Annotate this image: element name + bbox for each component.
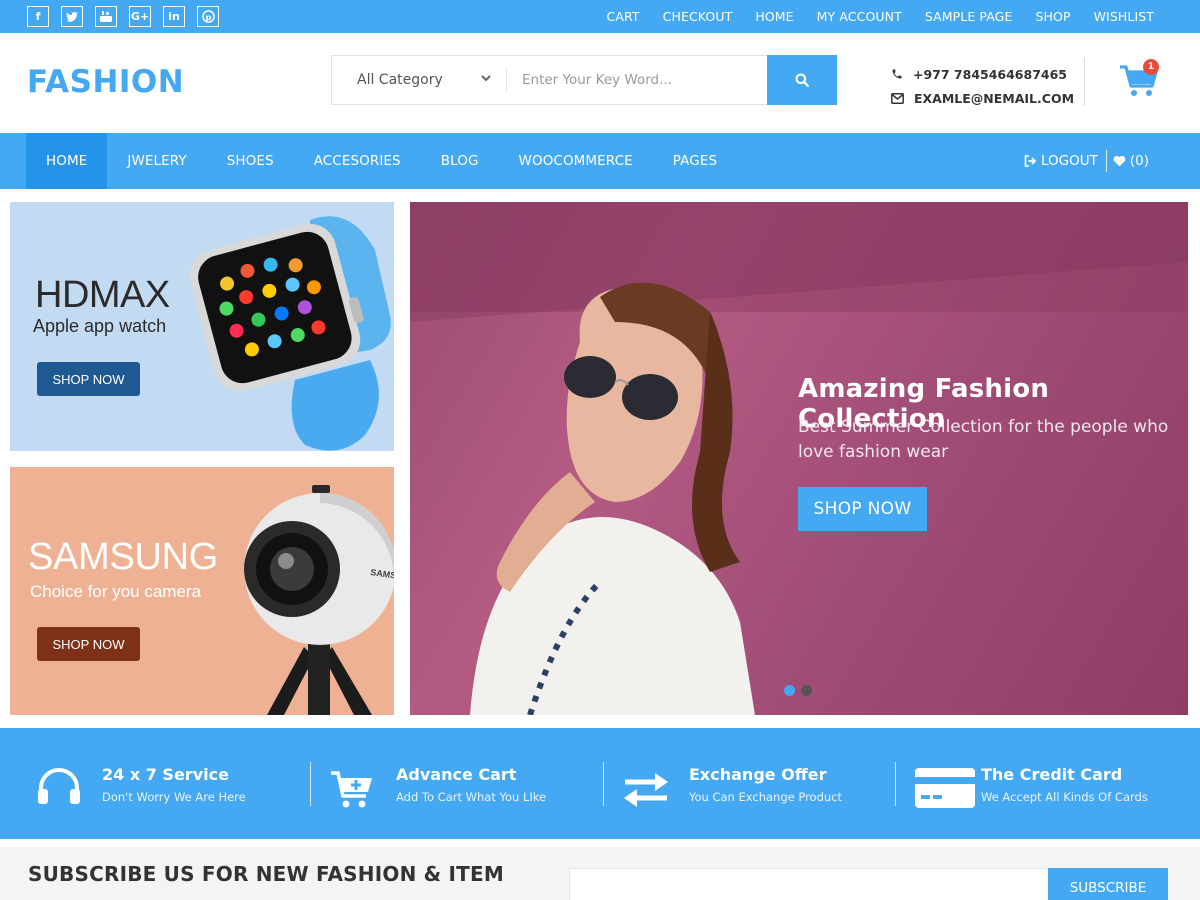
nav-item-blog[interactable]: BLOG (421, 133, 499, 189)
social-links: f G+ in p (27, 6, 219, 27)
search-button[interactable] (767, 55, 837, 105)
site-logo[interactable]: FASHION (27, 64, 184, 100)
search-input[interactable] (507, 56, 767, 104)
contact-info: +977 7845464687465 EXAMLE@NEMAIL.COM (891, 62, 1074, 110)
feature-service-desc: Don't Worry We Are Here (102, 790, 246, 804)
feature-service-title: 24 x 7 Service (102, 765, 229, 784)
category-select[interactable]: All Category (332, 56, 506, 104)
phone-number: +977 7845464687465 (913, 66, 1067, 82)
logout-link[interactable]: LOGOUT (1041, 153, 1098, 169)
exchange-icon (624, 773, 668, 807)
header-divider (1084, 58, 1085, 106)
banner-samsung-subtitle: Choice for you camera (30, 582, 202, 601)
slider-dot-1[interactable] (784, 685, 795, 696)
svg-text:p: p (205, 12, 211, 22)
feature-divider (895, 762, 896, 806)
cart-count-badge: 1 (1143, 59, 1159, 75)
nav-item-shoes[interactable]: SHOES (207, 133, 294, 189)
nav-item-home[interactable]: HOME (26, 133, 108, 189)
hero-slider[interactable]: Amazing Fashion Collection Best Summer C… (410, 202, 1188, 715)
feature-exchange-desc: You Can Exchange Product (689, 790, 843, 804)
top-bar: f G+ in p CART CHECKOUT HOME MY ACCOUNT … (0, 0, 1200, 33)
top-link-checkout[interactable]: CHECKOUT (663, 9, 733, 24)
nav-item-accesories[interactable]: ACCESORIES (294, 133, 421, 189)
nav-item-jwelery[interactable]: JWELERY (107, 133, 206, 189)
top-link-sample-page[interactable]: SAMPLE PAGE (925, 9, 1013, 24)
cart-button[interactable]: 1 (1119, 59, 1163, 102)
banner-samsung-title: SAMSUNG (28, 536, 219, 578)
feature-divider (603, 762, 604, 806)
nav-user-actions: LOGOUT (0) (1024, 133, 1149, 189)
banner-samsung-shop-button[interactable]: SHOP NOW (37, 627, 140, 661)
top-nav: CART CHECKOUT HOME MY ACCOUNT SAMPLE PAG… (584, 0, 1154, 33)
category-select-label: All Category (357, 72, 443, 88)
top-link-wishlist[interactable]: WISHLIST (1094, 9, 1154, 24)
feature-cart-desc: Add To Cart What You LIke (396, 790, 547, 804)
features-strip: 24 x 7 Service Don't Worry We Are Here A… (0, 728, 1200, 839)
subscribe-section: SUBSCRIBE US FOR NEW FASHION & ITEM SUBS… (0, 847, 1200, 900)
feature-cart-title: Advance Cart (396, 765, 517, 784)
contact-phone: +977 7845464687465 (891, 62, 1074, 86)
nav-action-divider (1105, 150, 1107, 172)
contact-email: EXAMLE@NEMAIL.COM (891, 86, 1074, 110)
envelope-icon (891, 92, 904, 104)
feature-divider (310, 762, 311, 806)
heart-icon (1113, 155, 1126, 167)
feature-exchange-title: Exchange Offer (689, 765, 827, 784)
hero-shop-button[interactable]: SHOP NOW (798, 487, 927, 531)
subscribe-heading: SUBSCRIBE US FOR NEW FASHION & ITEM (28, 862, 504, 886)
banner-samsung[interactable]: SAMSUNG Choice for you camera SHOP NOW S… (10, 467, 394, 715)
youtube-icon[interactable] (95, 6, 117, 27)
chevron-down-icon (481, 75, 491, 82)
camera-image: SAMS (244, 485, 394, 715)
slider-dots (784, 685, 812, 696)
top-link-shop[interactable]: SHOP (1035, 9, 1070, 24)
wishlist-count-link[interactable]: (0) (1130, 153, 1149, 169)
banner-hdmax-shop-button[interactable]: SHOP NOW (37, 362, 140, 396)
banner-hdmax-title: HDMAX (35, 274, 170, 316)
top-link-cart[interactable]: CART (607, 9, 640, 24)
twitter-icon[interactable] (61, 6, 83, 27)
facebook-icon[interactable]: f (27, 6, 49, 27)
feature-credit-card-desc: We Accept All Kinds Of Cards (981, 790, 1148, 804)
top-link-home[interactable]: HOME (755, 9, 793, 24)
linkedin-icon[interactable]: in (163, 6, 185, 27)
smartwatch-image (190, 216, 391, 451)
slider-dot-2[interactable] (801, 685, 812, 696)
nav-item-pages[interactable]: PAGES (653, 133, 737, 189)
nav-item-woocommerce[interactable]: WOOCOMMERCE (499, 133, 653, 189)
banner-hdmax-subtitle: Apple app watch (33, 316, 167, 336)
subscribe-email-input[interactable] (569, 868, 1049, 900)
search-bar: All Category (331, 55, 837, 105)
main-nav: HOME JWELERY SHOES ACCESORIES BLOG WOOCO… (0, 133, 1200, 189)
feature-credit-card-title: The Credit Card (981, 765, 1123, 784)
credit-card-icon (915, 768, 975, 808)
pinterest-icon[interactable]: p (197, 6, 219, 27)
email-address: EXAMLE@NEMAIL.COM (914, 90, 1075, 106)
logout-icon (1024, 155, 1037, 167)
search-icon (795, 73, 809, 87)
hero-subtitle: Best Summer Collection for the people wh… (798, 417, 1169, 462)
googleplus-icon[interactable]: G+ (129, 6, 151, 27)
banner-hdmax[interactable]: HDMAX Apple app watch SHOP NOW (10, 202, 394, 451)
subscribe-button[interactable]: SUBSCRIBE (1048, 868, 1168, 900)
cart-plus-icon (331, 771, 372, 808)
top-link-my-account[interactable]: MY ACCOUNT (817, 9, 902, 24)
headphones-icon (38, 768, 80, 804)
phone-icon (892, 69, 902, 79)
